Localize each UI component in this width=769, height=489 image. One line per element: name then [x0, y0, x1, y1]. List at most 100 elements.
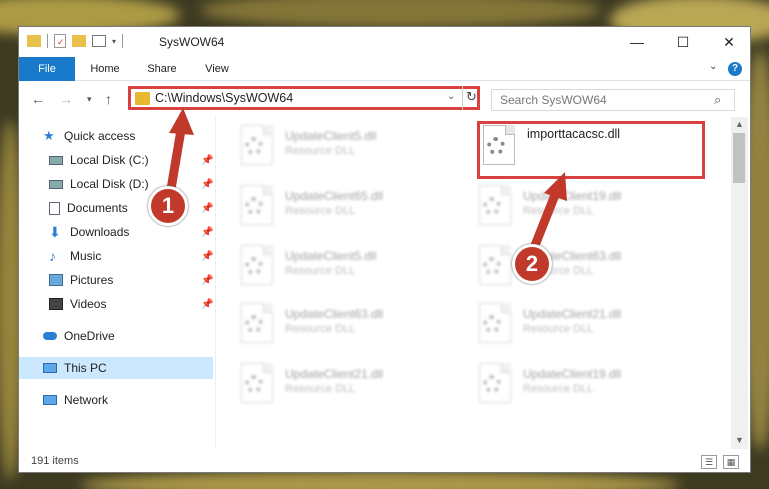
pin-icon[interactable]: 📌: [201, 203, 213, 214]
help-icon[interactable]: ?: [728, 62, 742, 76]
pictures-icon: [49, 274, 63, 286]
pin-icon[interactable]: 📌: [201, 251, 213, 262]
gear-icon: [483, 257, 501, 275]
navigation-bar: ← → ▾ ↑ C:\Windows\SysWOW64 ⌄ ↻ Search S…: [19, 83, 750, 115]
up-arrow-icon[interactable]: ↑: [105, 91, 112, 107]
sidebar-item-local-disk-c[interactable]: Local Disk (C:) 📌: [49, 149, 243, 171]
sidebar-item-label: Pictures: [70, 273, 114, 287]
tab-view[interactable]: View: [195, 57, 239, 81]
search-placeholder: Search SysWOW64: [500, 93, 607, 107]
new-folder-icon[interactable]: [72, 35, 86, 47]
list-item[interactable]: UpdateClient21.dll Resource DLL: [475, 301, 685, 357]
sidebar-item-pictures[interactable]: Pictures 📌: [49, 269, 243, 291]
step-2-badge: 2: [512, 244, 552, 284]
list-item[interactable]: UpdateClient21.dll Resource DLL: [237, 361, 447, 417]
sidebar-item-label: Downloads: [70, 225, 130, 239]
file-type: Resource DLL: [285, 205, 356, 217]
sidebar-item-this-pc[interactable]: This PC: [19, 357, 213, 379]
sidebar-item-videos[interactable]: Videos 📌: [49, 293, 243, 315]
sidebar-item-local-disk-d[interactable]: Local Disk (D:) 📌: [49, 173, 243, 195]
file-name: UpdateClient21.dll: [285, 367, 384, 381]
pin-icon[interactable]: 📌: [201, 299, 213, 310]
file-name: UpdateClient19.dll: [523, 189, 622, 203]
navigation-pane: ★ Quick access Local Disk (C:) 📌 Local D…: [19, 119, 215, 449]
gear-icon: [245, 197, 263, 215]
chevron-down-icon[interactable]: ▾: [87, 94, 92, 105]
minimize-button[interactable]: —: [614, 27, 660, 57]
details-view-icon[interactable]: ☰: [701, 455, 717, 469]
address-path[interactable]: C:\Windows\SysWOW64: [155, 91, 293, 105]
tab-file[interactable]: File: [19, 57, 75, 81]
sidebar-item-label: OneDrive: [64, 329, 115, 343]
sidebar-item-quick-access[interactable]: ★ Quick access: [43, 125, 237, 147]
explorer-window: ✓ ▾ SysWOW64 — ☐ ✕ File Home Share View …: [18, 26, 751, 473]
sidebar-item-network[interactable]: Network: [43, 389, 237, 411]
sidebar-item-label: Videos: [70, 297, 107, 311]
list-item[interactable]: UpdateClient19.dll Resource DLL: [475, 183, 685, 239]
computer-icon: [43, 363, 57, 373]
back-arrow-icon[interactable]: ←: [31, 91, 45, 107]
quick-access-toolbar: ✓ ▾: [27, 34, 124, 48]
forward-arrow-icon[interactable]: →: [59, 91, 73, 107]
list-item[interactable]: UpdateClient65.dll Resource DLL: [237, 183, 447, 239]
separator: [47, 34, 48, 48]
search-input[interactable]: Search SysWOW64 ⌕: [491, 89, 735, 111]
chevron-down-icon[interactable]: ▾: [112, 37, 116, 46]
search-icon[interactable]: ⌕: [714, 92, 721, 108]
chevron-down-icon[interactable]: ⌄: [709, 61, 717, 72]
sidebar-item-label: This PC: [64, 361, 107, 375]
pin-icon[interactable]: 📌: [201, 227, 213, 238]
gear-icon: [245, 375, 263, 393]
file-type: Resource DLL: [285, 323, 356, 335]
pin-icon[interactable]: 📌: [201, 275, 213, 286]
separator: [122, 34, 124, 48]
large-icons-view-icon[interactable]: ▦: [723, 455, 739, 469]
address-bar[interactable]: C:\Windows\SysWOW64 ⌄ ↻: [128, 86, 480, 110]
scroll-up-icon[interactable]: ▲: [735, 119, 744, 129]
file-type: Resource DLL: [523, 205, 594, 217]
scroll-down-icon[interactable]: ▼: [735, 435, 744, 445]
file-name: UpdateClient63.dll: [285, 307, 384, 321]
status-bar: 191 items ☰ ▦: [19, 451, 750, 472]
sidebar-item-documents[interactable]: Documents 📌: [49, 197, 243, 219]
file-name: UpdateClient5.dll: [285, 249, 377, 263]
list-item[interactable]: UpdateClient19.dll Resource DLL: [475, 361, 685, 417]
chevron-down-icon[interactable]: ⌄: [447, 91, 455, 102]
gear-icon: [245, 315, 263, 333]
file-type: Resource DLL: [523, 383, 594, 395]
sidebar-item-downloads[interactable]: ⬇ Downloads 📌: [49, 221, 243, 243]
tab-share[interactable]: Share: [139, 57, 185, 81]
file-name: UpdateClient5.dll: [285, 129, 377, 143]
sidebar-item-label: Local Disk (D:): [70, 177, 149, 191]
properties-icon[interactable]: ✓: [54, 34, 66, 48]
sidebar-item-label: Network: [64, 393, 109, 407]
network-icon: [43, 395, 57, 405]
step-1-badge: 1: [148, 186, 188, 226]
drive-icon: [49, 155, 63, 165]
sidebar-item-music[interactable]: ♪ Music 📌: [49, 245, 243, 267]
file-type: Resource DLL: [285, 265, 356, 277]
list-item[interactable]: UpdateClient5.dll Resource DLL: [237, 243, 447, 299]
list-item[interactable]: UpdateClient63.dll Resource DLL: [475, 243, 685, 299]
file-name: UpdateClient21.dll: [523, 307, 622, 321]
pin-icon[interactable]: 📌: [201, 155, 213, 166]
drive-icon: [49, 179, 63, 189]
pin-icon[interactable]: 📌: [201, 179, 213, 190]
window-title: SysWOW64: [159, 35, 225, 49]
sidebar-item-onedrive[interactable]: OneDrive: [43, 325, 237, 347]
vertical-scrollbar[interactable]: ▲ ▼: [731, 117, 748, 449]
tab-home[interactable]: Home: [83, 57, 127, 81]
gear-icon: [483, 375, 501, 393]
close-button[interactable]: ✕: [706, 27, 750, 57]
gear-icon: [245, 137, 263, 155]
highlight-box: [477, 121, 705, 179]
scrollbar-thumb[interactable]: [733, 133, 745, 183]
list-item[interactable]: UpdateClient5.dll Resource DLL: [237, 123, 447, 179]
customize-icon[interactable]: [92, 35, 106, 47]
gear-icon: [483, 197, 501, 215]
refresh-icon[interactable]: ↻: [462, 86, 480, 110]
cloud-icon: [43, 332, 57, 340]
list-item[interactable]: UpdateClient63.dll Resource DLL: [237, 301, 447, 357]
maximize-button[interactable]: ☐: [660, 27, 706, 57]
file-type: Resource DLL: [285, 383, 356, 395]
